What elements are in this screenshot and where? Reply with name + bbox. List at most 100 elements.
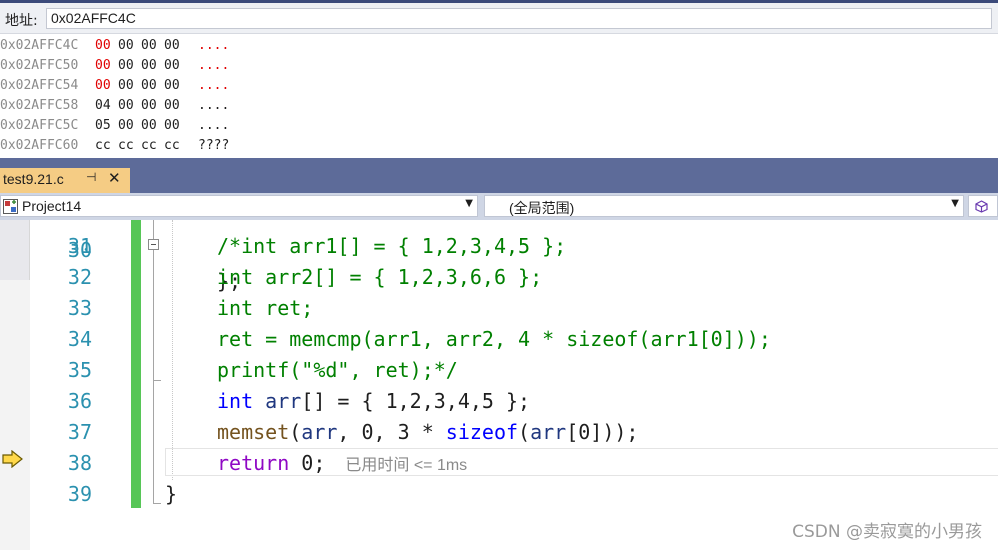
line-number: 36 <box>67 389 92 413</box>
code-token: printf("%d", ret);*/ <box>217 358 458 382</box>
memory-row[interactable]: 0x02AFFC60 cc cc cc cc???? <box>0 136 400 156</box>
memory-address: 0x02AFFC60 <box>0 138 79 153</box>
memory-ascii: .... <box>198 118 230 133</box>
tab-test9-21-c[interactable]: test9.21.c ⊣ ✕ <box>0 168 130 193</box>
code-token: } <box>165 482 178 506</box>
memory-address: 0x02AFFC4C <box>0 38 79 53</box>
memory-byte[interactable]: 00 <box>141 56 157 76</box>
memory-address: 0x02AFFC58 <box>0 98 79 113</box>
memory-row[interactable]: 0x02AFFC54 00 00 00 00.... <box>0 76 400 96</box>
address-input[interactable]: 0x02AFFC4C <box>46 8 992 29</box>
code-editor[interactable]: 30 }; 31/*int arr1[] = { 1,2,3,4,5 }; 32 i… <box>0 220 998 550</box>
code-text: memset(arr, 0, 3 * sizeof(arr[0])); <box>217 417 638 448</box>
scope-dropdown[interactable]: (全局范围) ▼ <box>484 195 964 217</box>
code-token: [] = { 1,2,3,4,5 }; <box>301 389 531 413</box>
memory-byte[interactable]: 00 <box>164 116 180 136</box>
line-number: 38 <box>67 451 92 475</box>
memory-byte[interactable]: 00 <box>95 36 111 56</box>
navigation-bar: Project14 ▼ (全局范围) ▼ <box>0 193 998 220</box>
memory-byte[interactable]: 00 <box>141 116 157 136</box>
code-token: , 0, 3 * <box>337 420 446 444</box>
code-text: return 0; 已用时间 <= 1ms <box>217 448 467 481</box>
code-text: /*int arr1[] = { 1,2,3,4,5 }; <box>217 231 566 262</box>
code-text: printf("%d", ret);*/ <box>217 355 458 386</box>
perf-tip-hint[interactable]: 已用时间 <= 1ms <box>345 457 467 474</box>
code-text: ret = memcmp(arr1, arr2, 4 * sizeof(arr1… <box>217 324 771 355</box>
memory-ascii: .... <box>198 98 230 113</box>
memory-byte[interactable]: 00 <box>95 56 111 76</box>
memory-ascii: .... <box>198 38 230 53</box>
memory-byte[interactable]: 00 <box>118 76 134 96</box>
memory-byte[interactable]: cc <box>164 136 180 156</box>
line-number: 35 <box>67 358 92 382</box>
address-bar: 地址: 0x02AFFC4C <box>0 3 998 34</box>
memory-byte[interactable]: 00 <box>118 56 134 76</box>
code-token: memset <box>217 420 290 444</box>
tab-title: test9.21.c <box>3 171 64 187</box>
memory-byte[interactable]: 00 <box>164 96 180 116</box>
memory-byte[interactable]: cc <box>95 136 111 156</box>
project-dropdown[interactable]: Project14 ▼ <box>0 195 478 217</box>
code-line[interactable]: 38 return 0; 已用时间 <= 1ms <box>0 448 998 479</box>
code-text: int arr[] = { 1,2,3,4,5 }; <box>217 386 530 417</box>
memory-byte[interactable]: 00 <box>164 56 180 76</box>
memory-byte[interactable]: 04 <box>95 96 111 116</box>
code-line[interactable]: 39} <box>0 479 998 510</box>
code-line[interactable]: 36 int arr[] = { 1,2,3,4,5 }; <box>0 386 998 417</box>
code-token: /*int arr1[] = { 1,2,3,4,5 }; <box>217 234 567 258</box>
chevron-down-icon: ▼ <box>465 198 473 209</box>
line-number: 39 <box>67 482 92 506</box>
code-line[interactable]: 32 int arr2[] = { 1,2,3,6,6 }; <box>0 262 998 293</box>
code-token: 0; <box>289 451 326 475</box>
code-line[interactable]: 37 memset(arr, 0, 3 * sizeof(arr[0])); <box>0 417 998 448</box>
code-token: int <box>217 389 254 413</box>
line-number: 31 <box>67 234 92 258</box>
code-token: arr <box>301 420 338 444</box>
memory-byte[interactable]: 00 <box>141 36 157 56</box>
memory-byte[interactable]: 00 <box>118 96 134 116</box>
code-token: arr <box>530 420 567 444</box>
memory-ascii: ???? <box>198 138 230 153</box>
member-dropdown[interactable] <box>968 195 998 217</box>
code-token: sizeof <box>445 420 519 444</box>
code-token: int ret; <box>217 296 314 320</box>
memory-rows: 0x02AFFC4C 00 00 00 00.... 0x02AFFC50 00 00 00 00… <box>0 36 400 156</box>
line-number: 37 <box>67 420 92 444</box>
memory-byte[interactable]: 00 <box>118 116 134 136</box>
memory-byte[interactable]: cc <box>118 136 134 156</box>
code-line[interactable]: 31 /*int arr1[] = { 1,2,3,4,5 }; <box>0 231 998 262</box>
document-tab-bar: test9.21.c ⊣ ✕ <box>0 158 998 193</box>
code-text: } <box>165 479 177 510</box>
code-line[interactable]: 34 ret = memcmp(arr1, arr2, 4 * sizeof(ar… <box>0 324 998 355</box>
memory-row[interactable]: 0x02AFFC5C 05 00 00 00.... <box>0 116 400 136</box>
memory-address: 0x02AFFC54 <box>0 78 79 93</box>
memory-byte[interactable]: 00 <box>95 76 111 96</box>
close-icon[interactable]: ✕ <box>108 169 121 187</box>
memory-row[interactable]: 0x02AFFC58 04 00 00 00.... <box>0 96 400 116</box>
memory-byte[interactable]: 00 <box>118 36 134 56</box>
memory-ascii: .... <box>198 78 230 93</box>
pin-icon[interactable]: ⊣ <box>86 170 96 184</box>
line-number: 32 <box>67 265 92 289</box>
address-label: 地址: <box>5 13 38 29</box>
code-line[interactable]: 35 printf("%d", ret);*/ <box>0 355 998 386</box>
memory-byte[interactable]: 00 <box>141 76 157 96</box>
cube-icon <box>975 200 988 213</box>
memory-byte[interactable]: 00 <box>141 96 157 116</box>
code-line[interactable]: 33 int ret; <box>0 293 998 324</box>
memory-byte[interactable]: 05 <box>95 116 111 136</box>
code-token: arr <box>265 389 302 413</box>
project-name: Project14 <box>22 198 82 214</box>
code-text: int ret; <box>217 293 313 324</box>
memory-row[interactable]: 0x02AFFC50 00 00 00 00.... <box>0 56 400 76</box>
chevron-down-icon: ▼ <box>951 198 959 209</box>
project-icon <box>3 199 18 214</box>
memory-window: 地址: 0x02AFFC4C 0x02AFFC4C 00 00 00 00.... 0x0… <box>0 0 998 158</box>
scope-name: (全局范围) <box>509 200 575 216</box>
memory-row[interactable]: 0x02AFFC4C 00 00 00 00.... <box>0 36 400 56</box>
memory-byte[interactable]: 00 <box>164 76 180 96</box>
code-token: ( <box>289 420 302 444</box>
memory-byte[interactable]: 00 <box>164 36 180 56</box>
memory-byte[interactable]: cc <box>141 136 157 156</box>
